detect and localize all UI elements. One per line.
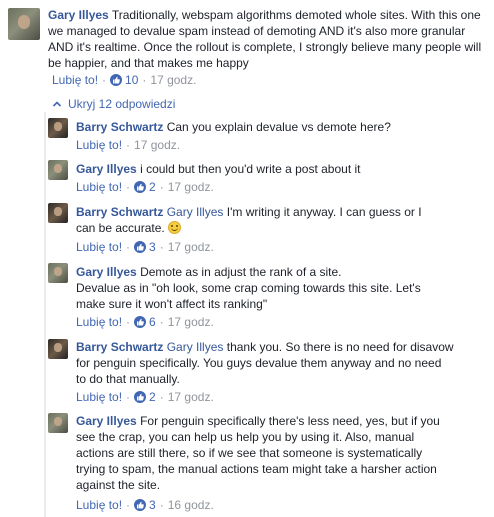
reply-thread-line — [44, 112, 46, 517]
smiley-emoji-icon — [168, 221, 182, 234]
like-count[interactable]: 2 — [134, 179, 156, 195]
comment-author-link[interactable]: Gary Illyes — [76, 265, 137, 279]
profile-photo-icon[interactable] — [48, 118, 68, 138]
profile-photo-icon[interactable] — [48, 413, 68, 433]
comment-timestamp[interactable]: 17 godz. — [168, 390, 214, 404]
profile-photo-icon[interactable] — [48, 263, 68, 283]
like-count[interactable]: 3 — [134, 497, 156, 513]
like-count[interactable]: 6 — [134, 314, 156, 330]
comment-text: Traditionally, webspam algorithms demote… — [48, 8, 482, 70]
reply-body: Gary Illyes Demote as in adjust the rank… — [76, 264, 438, 312]
comment-author-link[interactable]: Gary Illyes — [48, 8, 109, 22]
like-button[interactable]: Lubię to! — [76, 315, 122, 329]
thumbs-up-icon — [134, 391, 147, 403]
comment-timestamp[interactable]: 17 godz. — [150, 73, 196, 87]
comment-actions: Lubię to! · 2 · 17 godz. — [76, 179, 214, 195]
comment-thread: Gary Illyes Traditionally, webspam algor… — [0, 0, 494, 517]
profile-photo-icon[interactable] — [8, 8, 40, 40]
comment-timestamp[interactable]: 17 godz. — [134, 138, 180, 152]
like-button[interactable]: Lubię to! — [52, 73, 98, 87]
like-button[interactable]: Lubię to! — [76, 390, 122, 404]
comment-timestamp[interactable]: 16 godz. — [168, 498, 214, 512]
like-button[interactable]: Lubię to! — [76, 180, 122, 194]
mention-link[interactable]: Gary Illyes — [167, 340, 224, 354]
like-count[interactable]: 2 — [134, 389, 156, 405]
comment-author-link[interactable]: Gary Illyes — [76, 162, 137, 176]
thumbs-up-icon — [134, 316, 147, 328]
comment-actions: Lubię to! · 2 · 17 godz. — [76, 389, 214, 405]
comment-actions: Lubię to! · 6 · 17 godz. — [76, 314, 214, 330]
comment-text: Can you explain devalue vs demote here? — [166, 120, 391, 134]
like-count[interactable]: 3 — [134, 239, 156, 255]
profile-photo-icon[interactable] — [48, 339, 68, 359]
comment-timestamp[interactable]: 17 godz. — [168, 180, 214, 194]
comment-text: Demote as in adjust the rank of a site. — [140, 265, 342, 279]
chevron-up-icon — [52, 101, 62, 107]
thumbs-up-icon — [134, 499, 147, 511]
reply-body: Barry Schwartz Can you explain devalue v… — [76, 119, 486, 135]
thumbs-up-icon — [134, 241, 147, 253]
like-button[interactable]: Lubię to! — [76, 138, 122, 152]
comment-timestamp[interactable]: 17 godz. — [168, 240, 214, 254]
comment-author-link[interactable]: Barry Schwartz — [76, 205, 163, 219]
like-button[interactable]: Lubię to! — [76, 498, 122, 512]
hide-replies-toggle[interactable]: Ukryj 12 odpowiedzi — [52, 96, 175, 112]
thumbs-up-icon — [110, 74, 123, 86]
comment-text: i could but then you'd write a post abou… — [140, 162, 361, 176]
reply-body: Barry Schwartz Gary Illyes thank you. So… — [76, 339, 454, 387]
comment-actions: Lubię to! · 3 · 16 godz. — [76, 497, 214, 513]
comment-actions: Lubię to! · 3 · 17 godz. — [76, 239, 214, 255]
profile-photo-icon[interactable] — [48, 160, 68, 180]
comment-actions: Lubię to! · 10 · 17 godz. — [52, 72, 197, 88]
reply-body: Barry Schwartz Gary Illyes I'm writing i… — [76, 204, 431, 236]
profile-photo-icon[interactable] — [48, 203, 68, 223]
like-button[interactable]: Lubię to! — [76, 240, 122, 254]
comment-author-link[interactable]: Barry Schwartz — [76, 120, 163, 134]
mention-link[interactable]: Gary Illyes — [167, 205, 224, 219]
comment-actions: Lubię to! · 17 godz. — [76, 138, 181, 152]
reply-body: Gary Illyes For penguin specifically the… — [76, 413, 448, 493]
thumbs-up-icon — [134, 181, 147, 193]
reply-body: Gary Illyes i could but then you'd write… — [76, 161, 486, 177]
comment-author-link[interactable]: Barry Schwartz — [76, 340, 163, 354]
comment-body: Gary Illyes Traditionally, webspam algor… — [48, 7, 484, 71]
comment-timestamp[interactable]: 17 godz. — [168, 315, 214, 329]
like-count[interactable]: 10 — [110, 72, 138, 88]
comment-author-link[interactable]: Gary Illyes — [76, 414, 137, 428]
comment-text-line-2: Devalue as in "oh look, some crap coming… — [76, 281, 421, 311]
